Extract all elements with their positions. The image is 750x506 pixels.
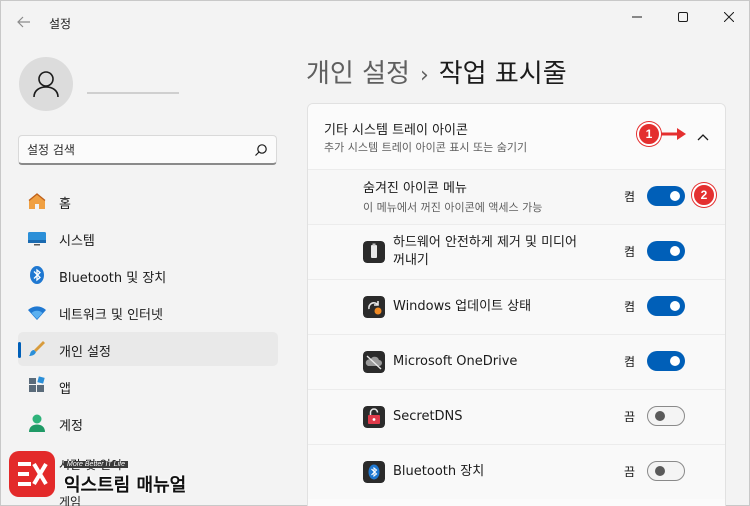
toggle-knob [670,301,680,311]
row-subtitle: 이 메뉴에서 꺼진 아이콘에 액세스 가능 [363,201,543,214]
bluetooth-icon [30,266,44,284]
sidebar-item-accounts[interactable]: 계정 [18,406,278,440]
back-arrow-icon [17,16,30,28]
sidebar-item-home[interactable]: 홈 [18,184,278,218]
search-box[interactable] [18,135,277,165]
tray-icons-panel: 기타 시스템 트레이 아이콘 추가 시스템 트레이 아이콘 표시 또는 숨기기 … [307,103,726,506]
breadcrumb-parent[interactable]: 개인 설정 [306,59,410,89]
panel-title: 기타 시스템 트레이 아이콘 [324,123,468,138]
panel-subtitle: 추가 시스템 트레이 아이콘 표시 또는 숨기기 [324,141,528,154]
secretdns-icon [363,406,385,428]
sidebar-item-personalization[interactable]: 개인 설정 [18,332,278,366]
chevron-up-icon [697,134,709,141]
search-icon[interactable] [254,143,268,157]
toggle-state-label: 켬 [624,300,636,314]
onedrive-icon [363,351,385,373]
toggle-knob [655,466,665,476]
row-label: Windows 업데이트 상태 [393,299,532,314]
tray-icon-list: 숨겨진 아이콘 메뉴 이 메뉴에서 꺼진 아이콘에 액세스 가능 켬 하드웨어 … [308,169,725,499]
toggle-state-label: 켬 [624,190,636,204]
toggle-knob [670,191,680,201]
sidebar-item-label: 계정 [59,419,83,434]
brush-icon [29,341,45,356]
list-item: 숨겨진 아이콘 메뉴 이 메뉴에서 꺼진 아이콘에 액세스 가능 켬 [308,169,725,224]
breadcrumb-separator: › [419,63,429,88]
title-bar: 설정 [1,1,749,41]
toggle-state-label: 끔 [624,410,636,424]
watermark-tagline: More Better IT Life [64,461,128,468]
secretdns-toggle[interactable] [647,406,685,426]
row-label: Bluetooth 장치 [393,464,485,479]
annotation-badge-2: 2 [692,183,716,207]
minimize-button[interactable] [617,5,657,29]
sidebar-item-label: Bluetooth 및 장치 [59,271,167,286]
maximize-button[interactable] [663,5,703,29]
close-button[interactable] [709,5,749,29]
bluetooth-tray-icon [363,461,385,483]
app-title: 설정 [49,17,72,31]
list-item: 하드웨어 안전하게 제거 및 미디어 꺼내기 켬 [308,224,725,279]
list-item: SecretDNS 끔 [308,389,725,444]
list-item: Bluetooth 장치 끔 [308,444,725,499]
minimize-icon [632,16,642,18]
usb-drive-icon [363,241,385,263]
watermark-logo-icon [9,451,55,497]
maximize-icon [678,12,688,22]
annotation-badge-1: 1 [637,122,661,146]
search-input[interactable] [27,141,247,159]
home-icon [28,193,46,209]
close-icon [724,12,734,22]
red-arrow-icon [661,128,686,140]
windows-update-icon [363,296,385,318]
avatar[interactable] [19,57,73,111]
row-label-line1: 하드웨어 안전하게 제거 및 미디어 [393,235,577,250]
toggle-state-label: 끔 [624,465,636,479]
toggle-knob [670,356,680,366]
toggle-knob [655,411,665,421]
bluetooth-devices-toggle[interactable] [647,461,685,481]
sidebar-item-bluetooth[interactable]: Bluetooth 및 장치 [18,258,278,292]
list-item: Microsoft OneDrive 켬 [308,334,725,389]
toggle-state-label: 켬 [624,245,636,259]
sidebar-item-system[interactable]: 시스템 [18,221,278,255]
toggle-knob [670,246,680,256]
breadcrumb: 개인 설정 › 작업 표시줄 [306,53,567,90]
hidden-icon-menu-toggle[interactable] [647,186,685,206]
sidebar-item-network[interactable]: 네트워크 및 인터넷 [18,295,278,329]
safely-remove-toggle[interactable] [647,241,685,261]
sidebar-item-label: 개인 설정 [59,345,111,360]
sidebar-item-label: 앱 [59,382,71,397]
monitor-icon [28,232,46,246]
sidebar-item-label: 시스템 [59,234,95,249]
watermark-brand: 익스트림 매뉴얼 [64,475,187,496]
toggle-state-label: 켬 [624,355,636,369]
user-icon [33,71,59,98]
apps-icon [29,376,45,392]
page-title: 작업 표시줄 [438,59,567,89]
sidebar-item-apps[interactable]: 앱 [18,369,278,403]
row-label: 숨겨진 아이콘 메뉴 [363,181,467,196]
sidebar-item-label: 홈 [59,197,71,212]
row-label: SecretDNS [393,409,463,424]
settings-window: 설정 홈 [0,0,750,506]
account-icon [29,414,45,432]
collapse-button[interactable] [692,126,714,148]
watermark: More Better IT Life 익스트림 매뉴얼 [9,449,209,501]
sidebar-item-label: 네트워크 및 인터넷 [59,308,163,323]
user-name-placeholder [87,92,179,94]
list-item: Windows 업데이트 상태 켬 [308,279,725,334]
row-label: Microsoft OneDrive [393,354,518,369]
row-label-line2: 꺼내기 [393,253,429,268]
wifi-icon [28,306,46,320]
onedrive-toggle[interactable] [647,351,685,371]
back-button[interactable] [9,9,39,35]
sidebar-nav: 홈 시스템 Bluetooth 및 장치 네트워크 및 인터넷 개인 설정 앱 … [18,184,278,443]
windows-update-toggle[interactable] [647,296,685,316]
